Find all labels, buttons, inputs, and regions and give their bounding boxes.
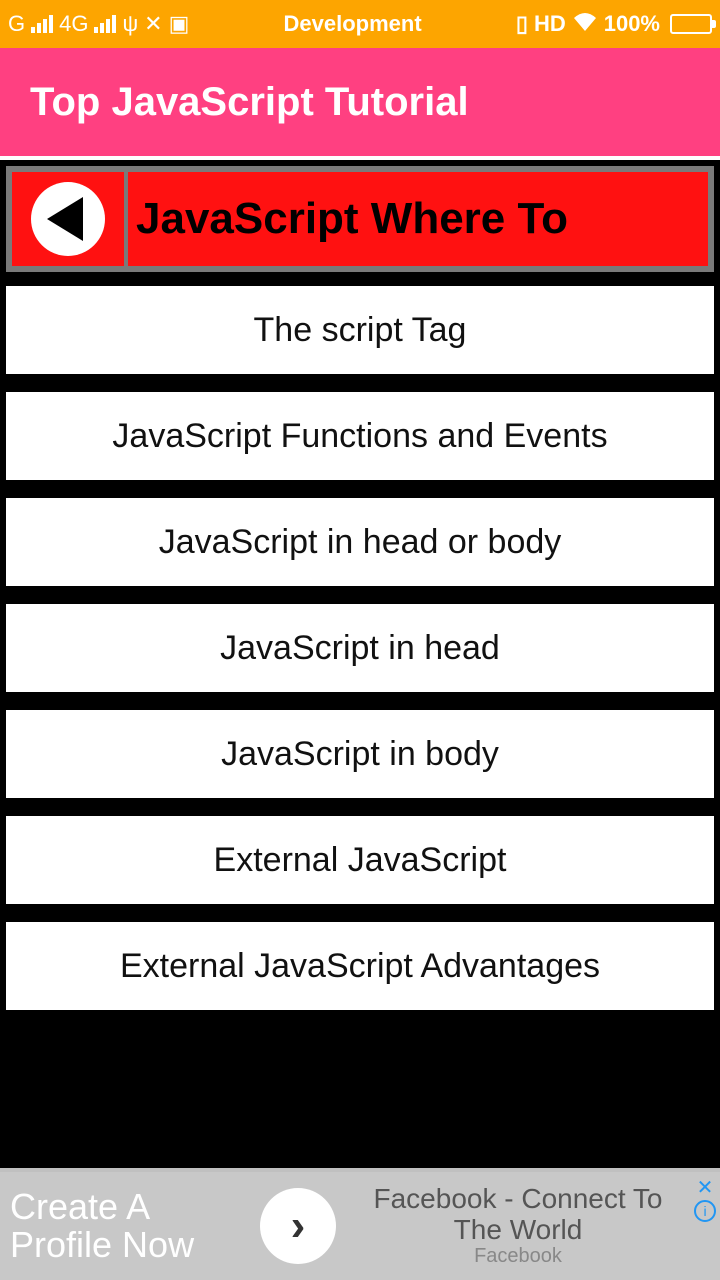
- ad-banner[interactable]: Create A Profile Now › Facebook - Connec…: [0, 1172, 720, 1280]
- back-arrow-icon: [47, 197, 83, 241]
- status-left: G 4G ψ ✕ ▣: [8, 11, 189, 37]
- back-button[interactable]: [12, 172, 128, 266]
- list-item-label: JavaScript in head or body: [159, 523, 562, 562]
- list-item[interactable]: External JavaScript Advantages: [6, 922, 714, 1010]
- list-item[interactable]: JavaScript in body: [6, 710, 714, 798]
- battery-pct-label: 100%: [604, 11, 660, 37]
- list-item-label: The script Tag: [254, 311, 467, 350]
- app-bar: Top JavaScript Tutorial: [0, 48, 720, 160]
- ad-left-text: Create A Profile Now: [0, 1188, 240, 1264]
- ad-right-title: Facebook - Connect To The World: [356, 1184, 680, 1246]
- ad-cta-button[interactable]: ›: [260, 1188, 336, 1264]
- chevron-right-icon: ›: [291, 1201, 306, 1251]
- network-label: 4G: [59, 11, 88, 37]
- ad-right-sub: Facebook: [356, 1245, 680, 1268]
- list-item[interactable]: JavaScript in head: [6, 604, 714, 692]
- tools-icon: ✕: [144, 11, 162, 37]
- status-center-label: Development: [189, 11, 515, 37]
- wifi-icon: [572, 11, 598, 37]
- list-item-label: JavaScript Functions and Events: [112, 417, 607, 456]
- ad-right-text: Facebook - Connect To The World Facebook: [356, 1184, 720, 1269]
- page-header: JavaScript Where To: [6, 166, 714, 272]
- ad-close-button[interactable]: ✕: [694, 1176, 716, 1198]
- list-item[interactable]: JavaScript in head or body: [6, 498, 714, 586]
- battery-icon: [670, 14, 712, 34]
- status-bar: G 4G ψ ✕ ▣ Development ▯ HD 100%: [0, 0, 720, 48]
- app-icon: ▣: [169, 11, 190, 37]
- ad-left-line1: Create A: [10, 1188, 240, 1226]
- ad-left-line2: Profile Now: [10, 1226, 240, 1264]
- status-right: ▯ HD 100%: [516, 11, 712, 37]
- topic-list: The script Tag JavaScript Functions and …: [6, 286, 714, 1010]
- carrier-label: G: [8, 11, 25, 37]
- list-item[interactable]: JavaScript Functions and Events: [6, 392, 714, 480]
- list-item-label: JavaScript in body: [221, 735, 499, 774]
- list-item-label: External JavaScript Advantages: [120, 947, 600, 986]
- signal-icon-2: [94, 15, 116, 33]
- hd-label: HD: [534, 11, 566, 37]
- list-item[interactable]: External JavaScript: [6, 816, 714, 904]
- back-circle: [31, 182, 105, 256]
- list-item-label: JavaScript in head: [220, 629, 500, 668]
- list-item[interactable]: The script Tag: [6, 286, 714, 374]
- page-title: JavaScript Where To: [128, 172, 708, 266]
- signal-icon: [31, 15, 53, 33]
- list-item-label: External JavaScript: [214, 841, 507, 880]
- usb-icon: ψ: [122, 11, 138, 37]
- ad-info-button[interactable]: i: [694, 1200, 716, 1222]
- app-title: Top JavaScript Tutorial: [30, 80, 469, 125]
- content: JavaScript Where To The script Tag JavaS…: [0, 160, 720, 1168]
- vibrate-icon: ▯: [516, 11, 528, 37]
